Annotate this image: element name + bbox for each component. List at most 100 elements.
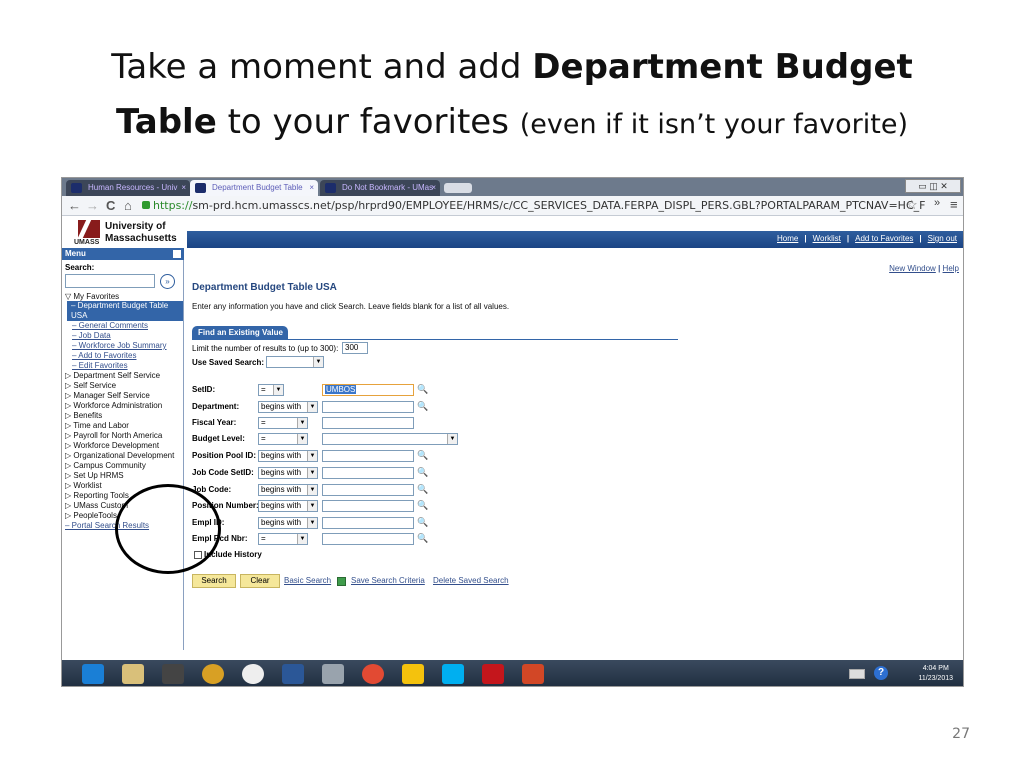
menu-reporting-tools[interactable]: ▷ Reporting Tools — [65, 491, 129, 501]
browser-tab-human-resources[interactable]: Human Resources - Univ × — [66, 180, 190, 196]
close-tab-icon[interactable]: × — [431, 180, 436, 196]
menu-fav-add-to-favorites[interactable]: – Add to Favorites — [72, 351, 136, 361]
empl-id-input[interactable] — [322, 517, 414, 529]
position-number-input[interactable] — [322, 500, 414, 512]
url-input[interactable]: https://sm-prd.hcm.umasscs.net/psp/hrprd… — [142, 198, 926, 214]
calculator-icon[interactable] — [322, 664, 344, 684]
position-pool-id-input[interactable] — [322, 450, 414, 462]
home-link[interactable]: Home — [777, 234, 798, 243]
close-tab-icon[interactable]: × — [309, 180, 314, 196]
powerpoint-icon[interactable] — [522, 664, 544, 684]
setid-input[interactable]: UMBOS — [322, 384, 414, 396]
job-code-input[interactable] — [322, 484, 414, 496]
menu-fav-department-budget-table[interactable]: – Department Budget Table — [67, 301, 183, 311]
menu-fav-edit-favorites[interactable]: – Edit Favorites — [72, 361, 128, 371]
find-existing-value-tab[interactable]: Find an Existing Value — [192, 326, 288, 340]
menu-peopletools[interactable]: ▷ PeopleTools — [65, 511, 117, 521]
empl-id-operator-select[interactable]: begins with ▼ — [258, 517, 318, 529]
position-number-operator-select[interactable]: begins with ▼ — [258, 500, 318, 512]
app-grid-icon[interactable] — [402, 664, 424, 684]
menu-fav-workforce-job-summary[interactable]: – Workforce Job Summary — [72, 341, 167, 351]
menu-self-service[interactable]: ▷ Self Service — [65, 381, 116, 391]
department-lookup-icon[interactable]: 🔍 — [417, 401, 428, 412]
menu-header: Menu — [62, 248, 184, 260]
header-links: Home | Worklist | Add to Favorites | Sign out — [777, 234, 957, 243]
position-pool-id-operator-select[interactable]: begins with ▼ — [258, 450, 318, 462]
delete-saved-search-link[interactable]: Delete Saved Search — [433, 576, 509, 585]
job-code-operator-select[interactable]: begins with ▼ — [258, 484, 318, 496]
fiscal-year-input[interactable] — [322, 417, 414, 429]
menu-organizational-development[interactable]: ▷ Organizational Development — [65, 451, 174, 461]
new-window-link[interactable]: New Window — [889, 264, 936, 273]
browser-tab-do-not-bookmark[interactable]: Do Not Bookmark - UMas × — [320, 180, 440, 196]
menu-set-up-hrms[interactable]: ▷ Set Up HRMS — [65, 471, 124, 481]
limit-results-input[interactable]: 300 — [342, 342, 368, 354]
job-code-setid-operator-select[interactable]: begins with ▼ — [258, 467, 318, 479]
help-icon[interactable]: ? — [874, 666, 888, 680]
worklist-link[interactable]: Worklist — [813, 234, 841, 243]
menu-time-and-labor[interactable]: ▷ Time and Labor — [65, 421, 129, 431]
browser-menu-icon[interactable]: ≡ — [950, 197, 958, 212]
position-pool-id-lookup-icon[interactable]: 🔍 — [417, 450, 428, 461]
back-icon[interactable]: ← — [68, 198, 81, 213]
save-search-criteria-link[interactable]: Save Search Criteria — [351, 576, 425, 585]
empl-id-lookup-icon[interactable]: 🔍 — [417, 517, 428, 528]
setid-lookup-icon[interactable]: 🔍 — [417, 384, 428, 395]
menu-workforce-development[interactable]: ▷ Workforce Development — [65, 441, 159, 451]
budget-level-operator-select[interactable]: = ▼ — [258, 433, 308, 445]
menu-manager-self-service[interactable]: ▷ Manager Self Service — [65, 391, 150, 401]
clear-button[interactable]: Clear — [240, 574, 280, 588]
minimize-menu-icon[interactable] — [173, 250, 181, 258]
reload-icon[interactable]: C — [106, 198, 115, 213]
help-link[interactable]: Help — [943, 264, 959, 273]
department-operator-select[interactable]: begins with ▼ — [258, 401, 318, 413]
menu-fav-job-data[interactable]: – Job Data — [72, 331, 111, 341]
window-controls[interactable]: ▭ ◫ ✕ — [905, 179, 961, 193]
empl-rcd-nbr-lookup-icon[interactable]: 🔍 — [417, 533, 428, 544]
new-tab-button[interactable] — [444, 183, 472, 193]
basic-search-link[interactable]: Basic Search — [284, 576, 331, 585]
menu-worklist[interactable]: ▷ Worklist — [65, 481, 102, 491]
empl-rcd-nbr-input[interactable] — [322, 533, 414, 545]
budget-level-select[interactable]: ▼ — [322, 433, 458, 445]
word-icon[interactable] — [282, 664, 304, 684]
skype-icon[interactable] — [442, 664, 464, 684]
menu-umass-custom[interactable]: ▷ UMass Custom — [65, 501, 128, 511]
position-number-lookup-icon[interactable]: 🔍 — [417, 500, 428, 511]
empl-rcd-nbr-operator-select[interactable]: = ▼ — [258, 533, 308, 545]
system-clock[interactable]: 4:04 PM 11/23/2013 — [918, 664, 953, 684]
menu-search-go-icon[interactable]: » — [160, 274, 175, 289]
menu-benefits[interactable]: ▷ Benefits — [65, 411, 102, 421]
forward-icon[interactable]: → — [86, 198, 99, 213]
hp-icon[interactable] — [242, 664, 264, 684]
menu-campus-community[interactable]: ▷ Campus Community — [65, 461, 146, 471]
job-code-setid-lookup-icon[interactable]: 🔍 — [417, 467, 428, 478]
acrobat-icon[interactable] — [482, 664, 504, 684]
media-player-icon[interactable] — [202, 664, 224, 684]
menu-fav-department-budget-table-usa[interactable]: USA — [67, 311, 183, 321]
menu-fav-general-comments[interactable]: – General Comments — [72, 321, 148, 331]
setid-operator-select[interactable]: = ▼ — [258, 384, 284, 396]
search-button[interactable]: Search — [192, 574, 236, 588]
file-explorer-icon[interactable] — [122, 664, 144, 684]
bookmark-star-icon[interactable]: ☆ — [906, 197, 918, 213]
menu-workforce-administration[interactable]: ▷ Workforce Administration — [65, 401, 162, 411]
internet-explorer-icon[interactable] — [82, 664, 104, 684]
menu-payroll-north-america[interactable]: ▷ Payroll for North America — [65, 431, 162, 441]
media-app-icon[interactable] — [162, 664, 184, 684]
department-input[interactable] — [322, 401, 414, 413]
keyboard-icon[interactable] — [849, 669, 865, 679]
browser-tab-department-budget[interactable]: Department Budget Table × — [190, 180, 318, 196]
sign-out-link[interactable]: Sign out — [928, 234, 957, 243]
home-icon[interactable]: ⌂ — [124, 198, 132, 213]
chrome-icon[interactable] — [362, 664, 384, 684]
fiscal-year-operator-select[interactable]: = ▼ — [258, 417, 308, 429]
saved-search-dropdown[interactable]: ▼ — [266, 356, 324, 368]
add-to-favorites-link[interactable]: Add to Favorites — [855, 234, 913, 243]
menu-search-input[interactable] — [65, 274, 155, 288]
close-tab-icon[interactable]: × — [181, 180, 186, 196]
menu-department-self-service[interactable]: ▷ Department Self Service — [65, 371, 160, 381]
job-code-setid-input[interactable] — [322, 467, 414, 479]
more-bookmarks-icon[interactable]: » — [934, 197, 940, 209]
job-code-lookup-icon[interactable]: 🔍 — [417, 484, 428, 495]
